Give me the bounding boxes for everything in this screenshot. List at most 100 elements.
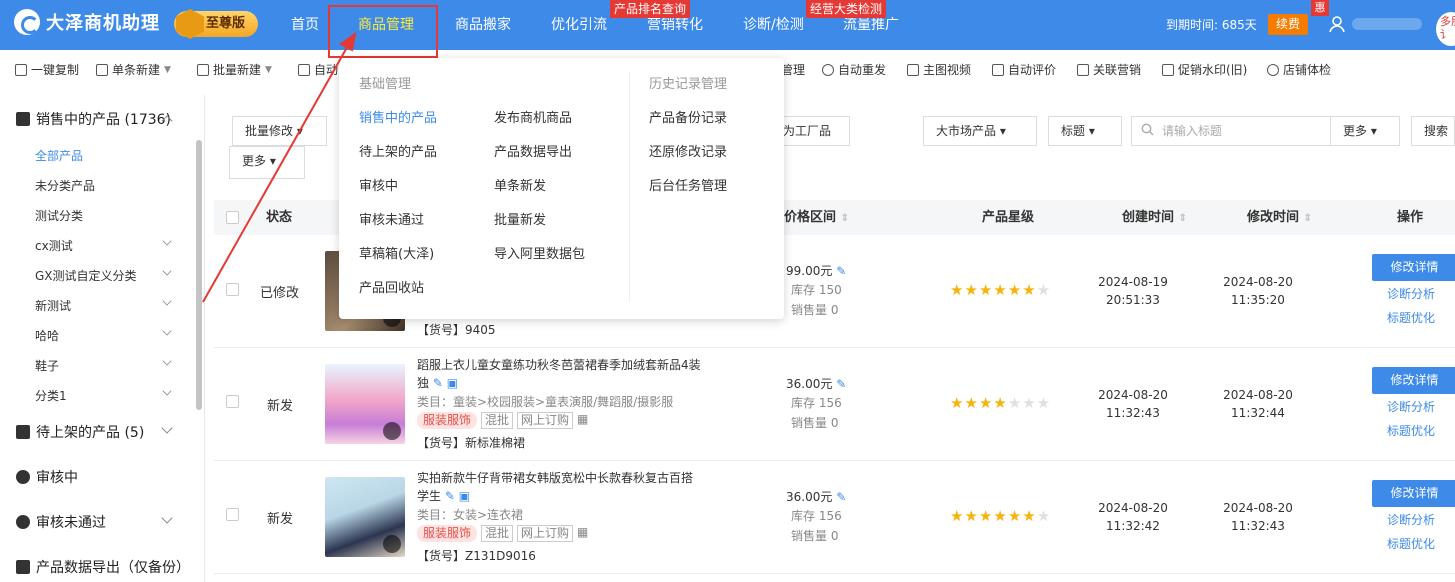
product-thumbnail[interactable] <box>325 364 405 444</box>
toolbar-auto-repost[interactable]: 自动重发 <box>822 57 886 83</box>
sidebar-item-all[interactable]: 全部产品 <box>35 147 83 164</box>
menu-reviewing[interactable]: 审核中 <box>359 175 398 194</box>
toolbar-main-video[interactable]: 主图视频 <box>907 57 971 83</box>
product-title[interactable]: 蹈服上衣儿童女童练功秋冬芭蕾裙春季加绒套新品4装独 ✎ ▣ <box>417 356 702 392</box>
row-status: 已修改 <box>260 286 300 301</box>
annotation-highlight-box <box>328 5 438 58</box>
toolbar-batch-create[interactable]: 批量新建 ▼ <box>197 57 272 83</box>
product-title[interactable]: 实拍新款牛仔背带裙女韩版宽松中长款春秋复古百搭学生 ✎ ▣ <box>417 469 702 505</box>
user-icon[interactable] <box>1327 14 1347 34</box>
edition-badge[interactable]: 至尊版 <box>174 9 258 39</box>
menu-data-export[interactable]: 产品数据导出 <box>494 141 572 160</box>
nav-badge-category-check[interactable]: 经营大类检测 <box>806 0 887 18</box>
header-created[interactable]: 创建时间 ⇕ <box>1122 200 1187 236</box>
row-checkbox[interactable] <box>226 283 239 296</box>
menu-backup-records[interactable]: 产品备份记录 <box>649 107 727 126</box>
sidebar-item-haha[interactable]: 哈哈 <box>35 327 59 344</box>
diagnose-link[interactable]: 诊断分析 <box>1387 511 1435 528</box>
table-row: 新发 蹈服上衣儿童女童练功秋冬芭蕾裙春季加绒套新品4装独 ✎ ▣ 类目：童装>校… <box>214 348 1455 461</box>
search-button[interactable]: 搜索 <box>1411 116 1455 146</box>
renew-button[interactable]: 续费 <box>1268 14 1308 35</box>
menu-pending-products[interactable]: 待上架的产品 <box>359 141 437 160</box>
edit-details-button[interactable]: 修改详情 <box>1372 254 1455 281</box>
product-thumbnail[interactable] <box>325 477 405 557</box>
image-icon[interactable]: ▣ <box>447 376 458 390</box>
sidebar-group-pending[interactable]: 待上架的产品 (5) <box>16 422 144 442</box>
edit-details-button[interactable]: 修改详情 <box>1372 480 1455 507</box>
product-code: 【货号】新标准棉裙 <box>417 436 526 450</box>
edit-icon[interactable]: ✎ <box>836 264 846 278</box>
menu-restore-records[interactable]: 还原修改记录 <box>649 141 727 160</box>
edit-icon[interactable]: ✎ <box>445 489 455 503</box>
search-input[interactable]: 请输入标题 <box>1131 116 1331 146</box>
header-price[interactable]: 价格区间 ⇕ <box>784 200 849 236</box>
basic-management-heading: 基础管理 <box>359 77 412 92</box>
title-optimize-link[interactable]: 标题优化 <box>1387 535 1435 552</box>
more-filter-dropdown[interactable]: 更多 ▾ <box>1330 116 1400 146</box>
toolbar-manage[interactable]: 管理 <box>781 57 805 83</box>
nav-badge-ranking[interactable]: 产品排名查询 <box>610 0 691 18</box>
sidebar-item-cx[interactable]: cx测试 <box>35 237 73 254</box>
edit-icon[interactable]: ✎ <box>836 490 846 504</box>
row-checkbox[interactable] <box>226 508 239 521</box>
star-filled-icon: ★ <box>964 507 979 525</box>
nav-product-move[interactable]: 商品搬家 <box>455 0 511 50</box>
menu-rejected[interactable]: 审核未通过 <box>359 209 424 228</box>
menu-on-sale-products[interactable]: 销售中的产品 <box>359 107 437 126</box>
menu-single-publish[interactable]: 单条新发 <box>494 175 546 194</box>
toolbar-single-create[interactable]: 单条新建 ▼ <box>96 57 171 83</box>
nav-optimize-traffic[interactable]: 优化引流 <box>551 0 607 50</box>
edit-icon[interactable]: ✎ <box>433 376 443 390</box>
market-select[interactable]: 大市场产品 ▾ <box>923 116 1037 146</box>
sidebar-group-on-sale[interactable]: 销售中的产品 (1736) <box>16 109 171 129</box>
edit-icon[interactable]: ✎ <box>836 377 846 391</box>
zoom-icon[interactable] <box>383 422 401 440</box>
menu-background-tasks[interactable]: 后台任务管理 <box>649 175 727 194</box>
image-icon[interactable]: ▣ <box>459 489 470 503</box>
more-left-dropdown[interactable]: 更多 ▾ <box>229 146 305 179</box>
sidebar-scrollbar[interactable] <box>196 140 202 410</box>
sidebar-item-test[interactable]: 测试分类 <box>35 207 83 224</box>
batch-modify-dropdown[interactable]: 批量修改 ▾ <box>232 116 327 146</box>
zoom-icon[interactable] <box>383 535 401 553</box>
toolbar-label: 自动评价 <box>1008 63 1057 77</box>
corner-promo[interactable]: 多朋讠 <box>1436 12 1455 46</box>
sidebar-item-new-test[interactable]: 新测试 <box>35 297 71 314</box>
menu-drafts[interactable]: 草稿箱(大泽) <box>359 243 434 262</box>
sidebar-item-gx[interactable]: GX测试自定义分类 <box>35 267 137 284</box>
toolbar-auto-review[interactable]: 自动评价 <box>992 57 1056 83</box>
row-checkbox[interactable] <box>226 395 239 408</box>
sidebar-group-export[interactable]: 产品数据导出（仅备份） <box>16 557 190 577</box>
filter-label: 更多 <box>1343 124 1368 138</box>
diagnose-link[interactable]: 诊断分析 <box>1387 398 1435 415</box>
menu-recycle-bin[interactable]: 产品回收站 <box>359 277 424 296</box>
app-logo[interactable]: 大泽商机助理 <box>14 9 160 35</box>
title-field-select[interactable]: 标题 ▾ <box>1048 116 1122 146</box>
sidebar-group-reviewing[interactable]: 审核中 <box>16 467 78 487</box>
header-modified[interactable]: 修改时间 ⇕ <box>1247 200 1312 236</box>
title-optimize-link[interactable]: 标题优化 <box>1387 309 1435 326</box>
star-filled-icon: ★ <box>993 281 1008 299</box>
edit-details-button[interactable]: 修改详情 <box>1372 367 1455 394</box>
toolbar-promo-watermark[interactable]: 促销水印(旧) <box>1162 57 1247 83</box>
qrcode-icon[interactable]: ▦ <box>577 525 588 542</box>
toolbar-one-click-copy[interactable]: 一键复制 <box>15 57 79 83</box>
toolbar-auto[interactable]: 自动 <box>298 57 338 83</box>
qrcode-icon[interactable]: ▦ <box>577 412 588 429</box>
diagnose-link[interactable]: 诊断分析 <box>1387 285 1435 302</box>
sidebar-item-uncategorized[interactable]: 未分类产品 <box>35 177 95 194</box>
sidebar-item-shoes[interactable]: 鞋子 <box>35 357 59 374</box>
star-empty-icon: ★ <box>1036 394 1052 412</box>
star-filled-icon: ★ <box>1007 281 1023 299</box>
select-all-checkbox[interactable] <box>226 211 239 224</box>
menu-import-ali-package[interactable]: 导入阿里数据包 <box>494 243 585 262</box>
sidebar-group-rejected[interactable]: 审核未通过 <box>16 512 106 532</box>
toolbar-related-marketing[interactable]: 关联营销 <box>1077 57 1141 83</box>
nav-diagnosis[interactable]: 诊断/检测 <box>743 0 804 50</box>
toolbar-shop-checkup[interactable]: 店铺体检 <box>1267 57 1331 83</box>
sidebar-item-cat1[interactable]: 分类1 <box>35 387 67 404</box>
title-optimize-link[interactable]: 标题优化 <box>1387 422 1435 439</box>
menu-publish-product[interactable]: 发布商机商品 <box>494 107 572 126</box>
nav-home[interactable]: 首页 <box>291 0 319 50</box>
menu-batch-publish[interactable]: 批量新发 <box>494 209 546 228</box>
